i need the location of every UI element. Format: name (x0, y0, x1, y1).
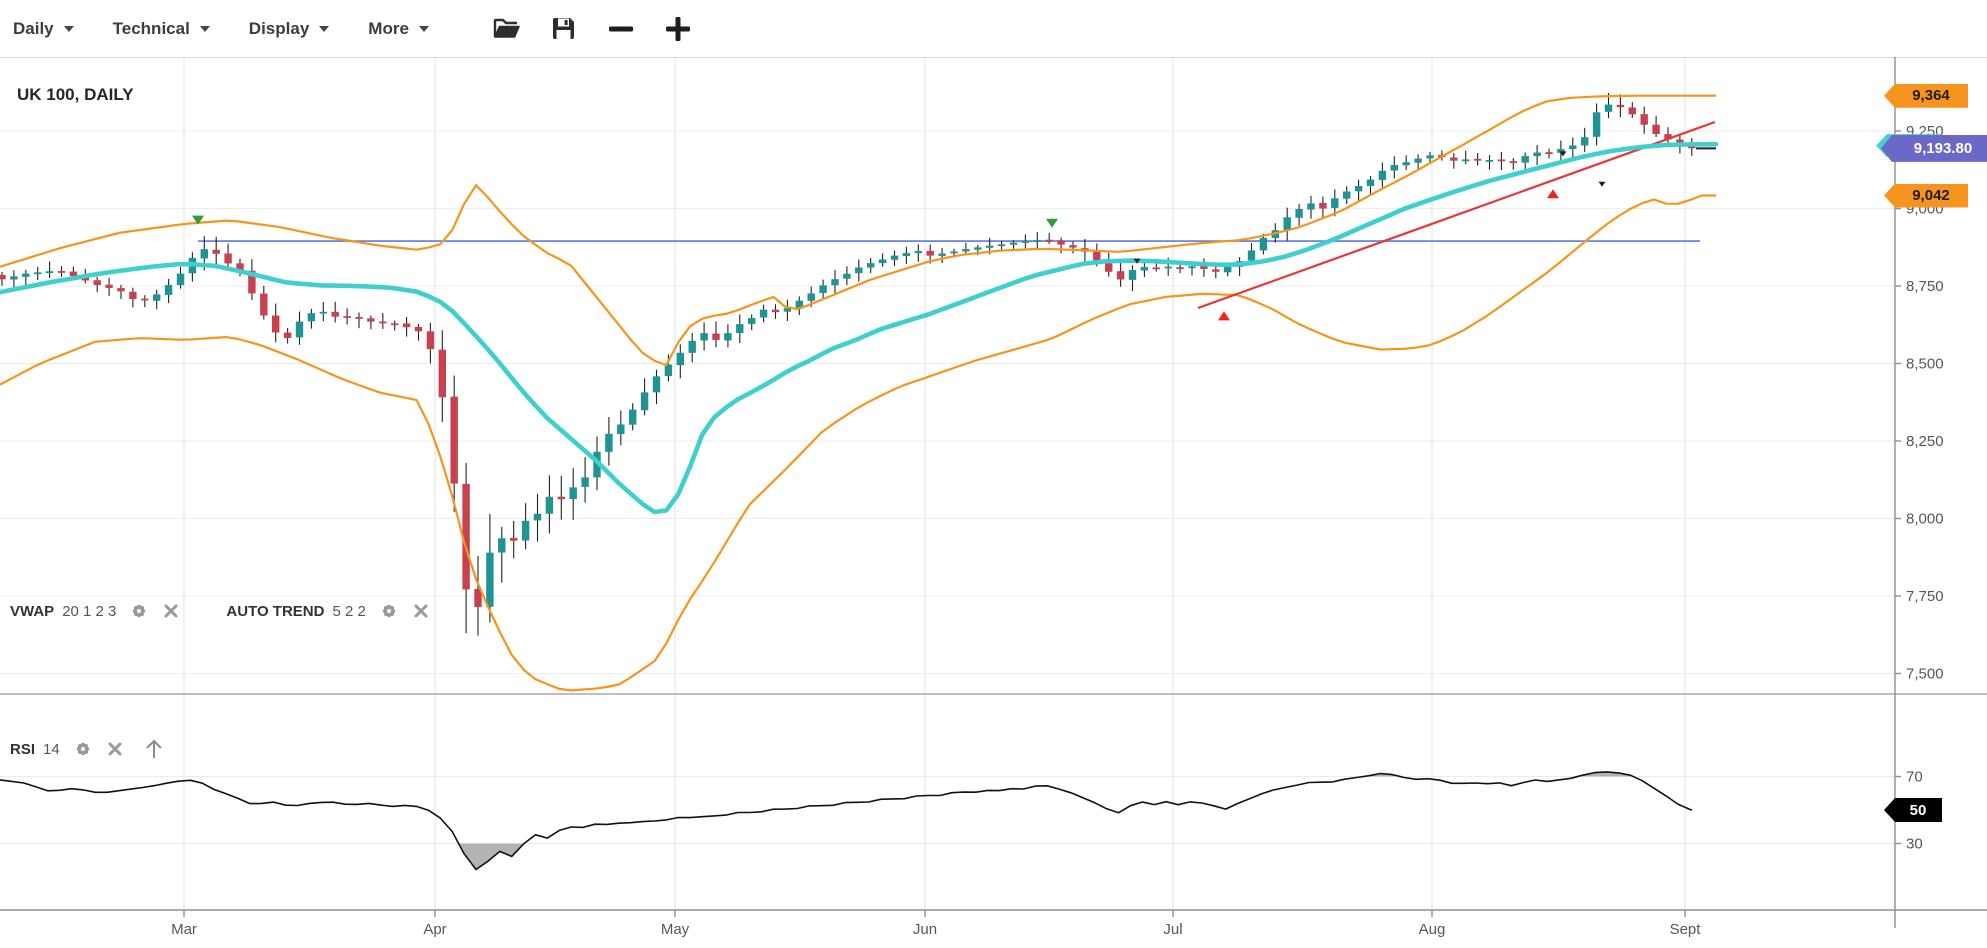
save-chart-button[interactable] (549, 14, 579, 44)
chevron-down-icon (199, 25, 211, 33)
rsi-level-axis-badge: 50 (1884, 798, 1942, 822)
axis-tick-label: Jul (1163, 921, 1182, 938)
vwap-legend-params: 20 1 2 3 (62, 603, 116, 620)
zoom-out-icon (607, 15, 635, 43)
vwap-line (0, 144, 1716, 512)
axis-tick-label: 70 (1906, 769, 1923, 786)
menu-timeframe[interactable]: Daily (13, 19, 75, 39)
auto-trend-legend-name: AUTO TREND (226, 603, 324, 620)
rsi-legend-params: 14 (43, 741, 60, 758)
zoom-in-button[interactable] (663, 14, 693, 44)
save-icon (551, 16, 576, 41)
chevron-down-icon (318, 25, 330, 33)
rsi-legend-name: RSI (10, 741, 35, 758)
upper-band-line (0, 96, 1716, 365)
zoom-out-button[interactable] (606, 14, 636, 44)
close-icon[interactable] (106, 740, 124, 758)
vwap-legend: VWAP 20 1 2 3 (10, 602, 180, 620)
candles-layer (0, 93, 1695, 636)
toolbar: Daily Technical Display More (0, 0, 1987, 57)
axis-tick-label: 30 (1906, 836, 1923, 853)
zoom-in-icon (664, 15, 692, 43)
axis-tick-label: Sept (1670, 921, 1702, 938)
chart-canvas[interactable]: 9,2509,0008,7508,5008,2508,0007,7507,500… (0, 0, 1987, 948)
auto-trend-legend: AUTO TREND 5 2 2 (226, 602, 429, 620)
auto-trend-line (1198, 122, 1715, 308)
rsi-line (0, 772, 1692, 870)
rsi-layer (0, 772, 1692, 870)
axis-tick-label: Apr (423, 921, 446, 938)
chevron-down-icon (63, 25, 75, 33)
menu-more[interactable]: More (368, 19, 430, 39)
close-icon[interactable] (412, 602, 430, 620)
chevron-down-icon (418, 25, 430, 33)
axis-tick-label: 8,000 (1906, 511, 1944, 528)
menu-technical[interactable]: Technical (113, 19, 211, 39)
menu-more-label: More (368, 19, 409, 39)
axis-tick-label: Jun (913, 921, 937, 938)
axis-tick-label: May (661, 921, 690, 938)
axis-tick-label: 8,250 (1906, 433, 1944, 450)
vwap-legend-name: VWAP (10, 603, 54, 620)
lower-band-axis-badge: 9,042 (1884, 184, 1968, 208)
move-pane-up-icon[interactable] (144, 738, 164, 760)
menu-technical-label: Technical (113, 19, 190, 39)
axis-tick-label: Aug (1419, 921, 1446, 938)
axis-tick-label: Mar (171, 921, 197, 938)
last-price-axis-badge: 9,193.80 (1881, 135, 1987, 162)
gear-icon[interactable] (130, 602, 148, 620)
axis-tick-label: 8,750 (1906, 278, 1944, 295)
upper-band-axis-badge: 9,364 (1884, 84, 1968, 108)
axis-tick-label: 7,750 (1906, 588, 1944, 605)
gear-icon[interactable] (74, 740, 92, 758)
gear-icon[interactable] (380, 602, 398, 620)
menu-display[interactable]: Display (249, 19, 330, 39)
auto-trend-legend-params: 5 2 2 (332, 603, 365, 620)
open-chart-button[interactable] (492, 14, 522, 44)
axis-tick-label: 8,500 (1906, 356, 1944, 373)
gridlines (0, 57, 1895, 910)
close-icon[interactable] (162, 602, 180, 620)
indicator-legend-row: VWAP 20 1 2 3 AUTO TREND 5 2 2 (10, 602, 430, 620)
axis-tick-label: 7,500 (1906, 666, 1944, 683)
menu-timeframe-label: Daily (13, 19, 54, 39)
symbol-label: UK 100, DAILY (17, 85, 134, 105)
menu-display-label: Display (249, 19, 309, 39)
open-folder-icon (493, 17, 521, 41)
rsi-legend: RSI 14 (10, 738, 164, 760)
